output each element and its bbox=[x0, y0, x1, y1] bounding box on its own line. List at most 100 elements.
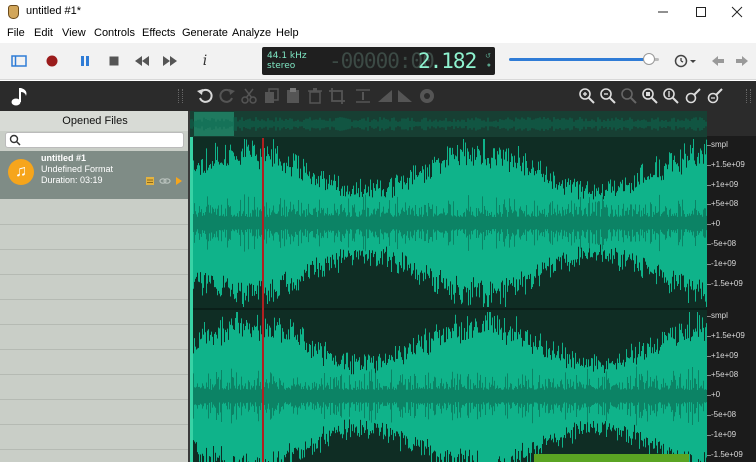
amplitude-in-button[interactable] bbox=[684, 87, 702, 105]
menu-file[interactable]: File bbox=[7, 27, 25, 39]
divider bbox=[0, 449, 188, 450]
waveform-view[interactable] bbox=[189, 111, 708, 467]
volume-slider-thumb[interactable] bbox=[642, 53, 655, 65]
copy-icon bbox=[265, 88, 279, 103]
window-title: untitled #1* bbox=[26, 5, 82, 17]
time-value: 2.182 bbox=[418, 49, 477, 73]
copy-button[interactable] bbox=[262, 87, 280, 105]
zoom-vertical-in-button[interactable] bbox=[662, 87, 680, 105]
zoom-fit-icon bbox=[642, 88, 658, 104]
forward-nav-button[interactable] bbox=[732, 51, 752, 71]
title-bar: untitled #1* bbox=[0, 0, 756, 24]
play-file-icon[interactable] bbox=[175, 176, 183, 186]
ruler-label: -1.5e+09 bbox=[711, 278, 743, 288]
pause-button[interactable] bbox=[75, 51, 95, 71]
record-icon bbox=[46, 55, 58, 67]
ruler-label: -1e+09 bbox=[711, 258, 737, 268]
ruler-label: smpl bbox=[711, 311, 728, 320]
rewind-icon bbox=[135, 56, 149, 66]
menu-bar: File Edit View Controls Effects Generate… bbox=[0, 24, 756, 43]
zoom-out-button[interactable] bbox=[599, 87, 617, 105]
opened-files-panel: Opened Files ♫ untitled #1 Undefined For… bbox=[0, 111, 190, 462]
back-button[interactable] bbox=[708, 51, 728, 71]
sync-icon: ● bbox=[486, 62, 491, 69]
crop-button[interactable] bbox=[328, 87, 346, 105]
minimize-icon bbox=[658, 11, 668, 13]
divider bbox=[0, 274, 188, 275]
stop-button[interactable] bbox=[104, 51, 124, 71]
maximize-button[interactable] bbox=[682, 0, 720, 24]
menu-analyze[interactable]: Analyze bbox=[232, 27, 271, 39]
channel-mode: stereo bbox=[267, 61, 296, 71]
forward-button[interactable] bbox=[160, 51, 180, 71]
opened-files-header: Opened Files bbox=[0, 111, 190, 131]
fade-in-button[interactable] bbox=[376, 87, 394, 105]
divider bbox=[0, 299, 188, 300]
divider bbox=[0, 224, 188, 225]
divider bbox=[0, 424, 188, 425]
loop-icon: ↺ bbox=[485, 53, 491, 60]
volume-slider-track[interactable] bbox=[509, 58, 659, 61]
ruler-label: -5e+08 bbox=[711, 410, 737, 419]
zoom-fit-button[interactable] bbox=[641, 87, 659, 105]
maximize-icon bbox=[696, 7, 706, 17]
toggle-sidebar-button[interactable] bbox=[9, 51, 29, 71]
view-start-marker bbox=[190, 137, 193, 462]
playhead-cursor[interactable] bbox=[262, 138, 264, 462]
menu-help[interactable]: Help bbox=[276, 27, 299, 39]
ruler-label: -5e+08 bbox=[711, 239, 737, 248]
file-search-input[interactable] bbox=[5, 132, 184, 148]
rewind-button[interactable] bbox=[132, 51, 152, 71]
cut-button[interactable] bbox=[240, 87, 258, 105]
arrow-left-icon bbox=[712, 56, 724, 66]
record-button[interactable] bbox=[42, 51, 62, 71]
file-name: untitled #1 bbox=[41, 153, 87, 163]
menu-view[interactable]: View bbox=[62, 27, 86, 39]
redo-button[interactable] bbox=[218, 87, 236, 105]
amplitude-out-button[interactable] bbox=[706, 87, 724, 105]
menu-edit[interactable]: Edit bbox=[34, 27, 53, 39]
normalize-button[interactable] bbox=[354, 87, 372, 105]
link-icon[interactable] bbox=[159, 176, 171, 186]
zoom-in-button[interactable] bbox=[578, 87, 596, 105]
zoom-selection-button[interactable] bbox=[620, 87, 638, 105]
waveform-canvas[interactable] bbox=[189, 111, 708, 467]
edit-toolbar bbox=[0, 81, 756, 111]
history-icon bbox=[674, 54, 696, 68]
file-list-item[interactable]: ♫ untitled #1 Undefined Format Duration:… bbox=[0, 151, 188, 199]
scissors-icon bbox=[241, 88, 257, 104]
level-meter bbox=[534, 454, 689, 462]
amplitude-ruler: smpl +1.5e+09 +1e+09 +5e+08 +0 -5e+08 -1e+09 -1… bbox=[707, 136, 756, 462]
menu-controls[interactable]: Controls bbox=[94, 27, 135, 39]
ruler-label: +1.5e+09 bbox=[711, 159, 745, 169]
undo-button[interactable] bbox=[196, 87, 214, 105]
ruler-label: -1e+09 bbox=[711, 429, 737, 439]
divider bbox=[0, 399, 188, 400]
app-icon bbox=[8, 5, 19, 19]
menu-generate[interactable]: Generate bbox=[182, 27, 228, 39]
info-button[interactable]: i bbox=[195, 51, 215, 71]
file-format: Undefined Format bbox=[41, 164, 114, 174]
minimize-button[interactable] bbox=[644, 0, 682, 24]
delete-button[interactable] bbox=[306, 87, 324, 105]
fade-out-button[interactable] bbox=[396, 87, 414, 105]
history-button[interactable] bbox=[672, 51, 698, 71]
silence-button[interactable] bbox=[418, 87, 436, 105]
paste-button[interactable] bbox=[284, 87, 302, 105]
file-details-icon[interactable] bbox=[145, 176, 155, 186]
search-icon bbox=[9, 134, 21, 146]
toolbar-grip[interactable] bbox=[178, 89, 183, 103]
toolbar-grip-right[interactable] bbox=[746, 89, 751, 103]
normalize-icon bbox=[356, 89, 370, 103]
ruler-label: +1e+09 bbox=[711, 350, 739, 360]
music-note-icon bbox=[11, 88, 27, 106]
ruler-label: +0 bbox=[711, 390, 721, 400]
ruler-label: +0 bbox=[711, 219, 721, 229]
redo-icon bbox=[219, 88, 235, 103]
close-button[interactable] bbox=[718, 0, 756, 24]
ruler-label: +5e+08 bbox=[711, 370, 739, 380]
amplitude-out-icon bbox=[707, 88, 723, 104]
zoom-vertical-icon bbox=[663, 88, 679, 104]
app-note-button[interactable] bbox=[9, 85, 31, 107]
menu-effects[interactable]: Effects bbox=[142, 27, 175, 39]
